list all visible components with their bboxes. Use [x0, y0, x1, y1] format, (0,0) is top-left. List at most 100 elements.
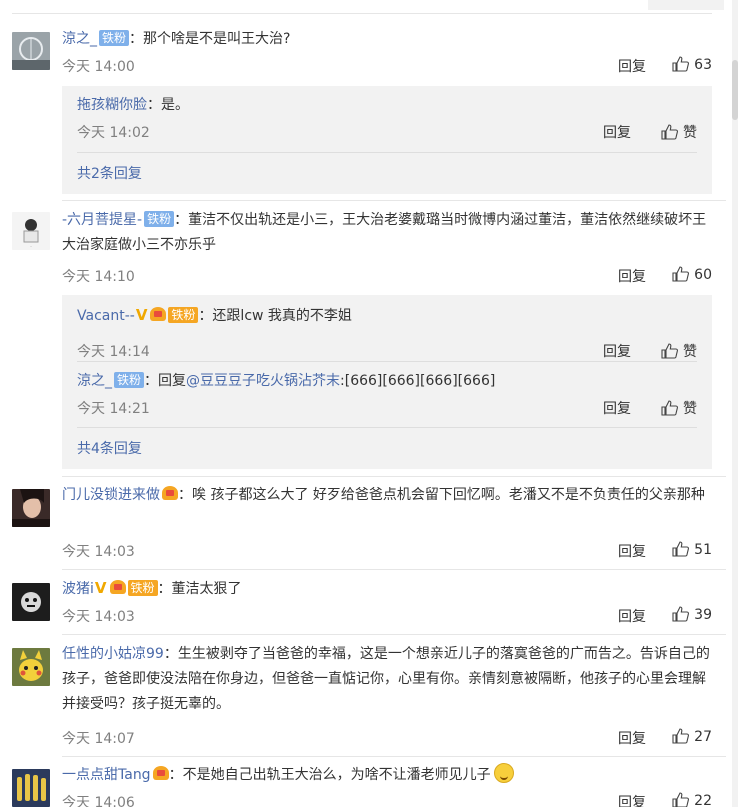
mention-link[interactable]: @豆豆豆子吃火锅沾芥末 — [186, 373, 340, 389]
like-button[interactable]: 27 — [672, 728, 712, 745]
comment-divider — [62, 634, 726, 635]
like-count: 51 — [694, 542, 712, 558]
comment-divider — [62, 476, 726, 477]
reply-button[interactable]: 回复 — [618, 266, 646, 286]
comment-body: 门儿没锁进来做 ：唉 孩子都这么大了 好歹给爸爸点机会留下回忆啊。老潘又不是不负责… — [62, 483, 712, 508]
fan-badge: 铁粉 — [127, 580, 158, 596]
reply-meta: 今天 14:21 回复 赞 — [77, 398, 697, 418]
like-count: 27 — [694, 729, 712, 745]
like-button[interactable]: 51 — [672, 541, 712, 558]
reply-time: 今天 14:21 — [77, 401, 150, 417]
comment-time: 今天 14:10 — [62, 269, 135, 285]
comment-time: 今天 14:00 — [62, 59, 135, 75]
vip-crown-icon — [150, 307, 167, 321]
comment-meta: 今天 14:06 回复 22 — [62, 792, 712, 807]
avatar[interactable]: · — [12, 212, 50, 250]
like-button[interactable]: 60 — [672, 266, 712, 283]
vip-crown-icon — [152, 766, 169, 780]
scrollbar[interactable] — [732, 0, 738, 807]
reply-button[interactable]: 回复 — [618, 728, 646, 748]
like-label: 赞 — [683, 401, 697, 417]
reply-button[interactable]: 回复 — [618, 606, 646, 626]
like-count: 39 — [694, 607, 712, 623]
comment-divider — [62, 200, 726, 201]
reply-button[interactable]: 回复 — [603, 341, 631, 361]
comment-username[interactable]: 任性的小姑凉99 — [62, 646, 164, 662]
fan-badge: 铁粉 — [168, 307, 199, 323]
reply-item: 涼之_ 铁粉 ：回复@豆豆豆子吃火锅沾芥末:[666][666][666][666]… — [77, 370, 697, 417]
comment-meta: 今天 14:07 回复 27 — [62, 728, 712, 748]
reply-button[interactable]: 回复 — [618, 56, 646, 76]
comment-body: 任性的小姑凉99：生生被剥夺了当爸爸的幸福，这是一个想亲近儿子的落寞爸爸的广而告… — [62, 642, 712, 717]
reply-button[interactable]: 回复 — [618, 541, 646, 561]
comment-meta: 今天 14:03 回复 51 — [62, 541, 712, 561]
comment-text: ：董洁太狠了 — [157, 581, 242, 597]
reply-list: 拖孩糊你脸：是。 今天 14:02 回复 赞 共2条回复 — [62, 86, 712, 194]
comment-body: 一点点甜Tang ：不是她自己出轨王大治么，为啥不让潘老师见儿子 — [62, 763, 712, 788]
like-count: 60 — [694, 267, 712, 283]
like-button[interactable]: 39 — [672, 606, 712, 623]
like-button[interactable]: 赞 — [661, 398, 697, 418]
avatar[interactable] — [12, 648, 50, 686]
reply-button[interactable]: 回复 — [603, 398, 631, 418]
like-label: 赞 — [683, 125, 697, 141]
vip-crown-icon — [162, 486, 178, 500]
reply-divider — [77, 361, 697, 362]
comment-divider — [62, 569, 726, 570]
reply-text: :[666][666][666][666] — [340, 373, 496, 389]
reply-button[interactable]: 回复 — [603, 122, 631, 142]
thumbs-up-icon — [661, 343, 678, 359]
previous-comment-divider — [12, 0, 724, 14]
like-button[interactable]: 22 — [672, 792, 712, 807]
comment-meta: 今天 14:03 回复 39 — [62, 606, 712, 626]
vip-crown-icon — [109, 580, 126, 594]
like-button[interactable]: 63 — [672, 56, 712, 73]
reply-item: 拖孩糊你脸：是。 今天 14:02 回复 赞 — [77, 94, 697, 141]
comment-username[interactable]: 波猪i — [62, 581, 94, 597]
reply-button[interactable]: 回复 — [618, 792, 646, 807]
verified-v-icon: V — [135, 306, 148, 324]
comment-body: 涼之_ 铁粉 ：那个啥是不是叫王大治? — [62, 27, 712, 52]
reply-list: Vacant--V 铁粉 ：还跟lcw 我真的不李姐 今天 14:14 回复 赞 涼… — [62, 295, 712, 469]
fan-badge: 铁粉 — [99, 30, 130, 46]
svg-text:·: · — [30, 244, 31, 249]
like-button[interactable]: 赞 — [661, 341, 697, 361]
reply-text: ：是。 — [147, 97, 189, 113]
reply-divider — [77, 427, 697, 428]
comment-meta: 今天 14:00 回复 63 — [62, 56, 712, 76]
comment-username[interactable]: -六月菩提星- — [62, 212, 142, 228]
comment-time: 今天 14:03 — [62, 609, 135, 625]
comment-username[interactable]: 门儿没锁进来做 — [62, 487, 160, 503]
avatar[interactable] — [12, 583, 50, 621]
like-button[interactable]: 赞 — [661, 122, 697, 142]
reply-time: 今天 14:14 — [77, 344, 150, 360]
like-label: 赞 — [683, 344, 697, 360]
avatar[interactable] — [12, 769, 50, 807]
thumbs-up-icon — [672, 606, 690, 622]
thumbs-up-icon — [672, 792, 690, 807]
comment-time: 今天 14:06 — [62, 795, 135, 807]
scrollbar-thumb[interactable] — [732, 60, 738, 120]
comment-body: 波猪iV 铁粉 ：董洁太狠了 — [62, 576, 712, 602]
thumbs-up-icon — [672, 56, 690, 72]
comment-username[interactable]: 一点点甜Tang — [62, 767, 151, 783]
avatar[interactable] — [12, 32, 50, 70]
comment-username[interactable]: 涼之_ — [62, 31, 97, 47]
reply-username[interactable]: Vacant-- — [77, 308, 135, 324]
thumbs-up-icon — [661, 124, 678, 140]
reply-item: Vacant--V 铁粉 ：还跟lcw 我真的不李姐 今天 14:14 回复 赞 — [77, 304, 697, 360]
more-replies-link[interactable]: 共4条回复 — [77, 438, 142, 458]
like-count: 63 — [694, 57, 712, 73]
avatar[interactable] — [12, 489, 50, 527]
comment-time: 今天 14:03 — [62, 544, 135, 560]
reply-time: 今天 14:02 — [77, 125, 150, 141]
reply-username[interactable]: 拖孩糊你脸 — [77, 97, 147, 113]
comment-body: -六月菩提星- 铁粉 ：董洁不仅出轨还是小三，王大治老婆戴璐当时微博内涵过董洁，董洁… — [62, 208, 712, 258]
more-replies-link[interactable]: 共2条回复 — [77, 163, 142, 183]
verified-v-icon: V — [94, 579, 107, 597]
comment-time: 今天 14:07 — [62, 731, 135, 747]
sad-face-emoji-icon — [493, 763, 514, 783]
reply-username[interactable]: 涼之_ — [77, 373, 112, 389]
reply-divider — [77, 152, 697, 153]
reply-text: ：还跟lcw 我真的不李姐 — [198, 308, 352, 324]
